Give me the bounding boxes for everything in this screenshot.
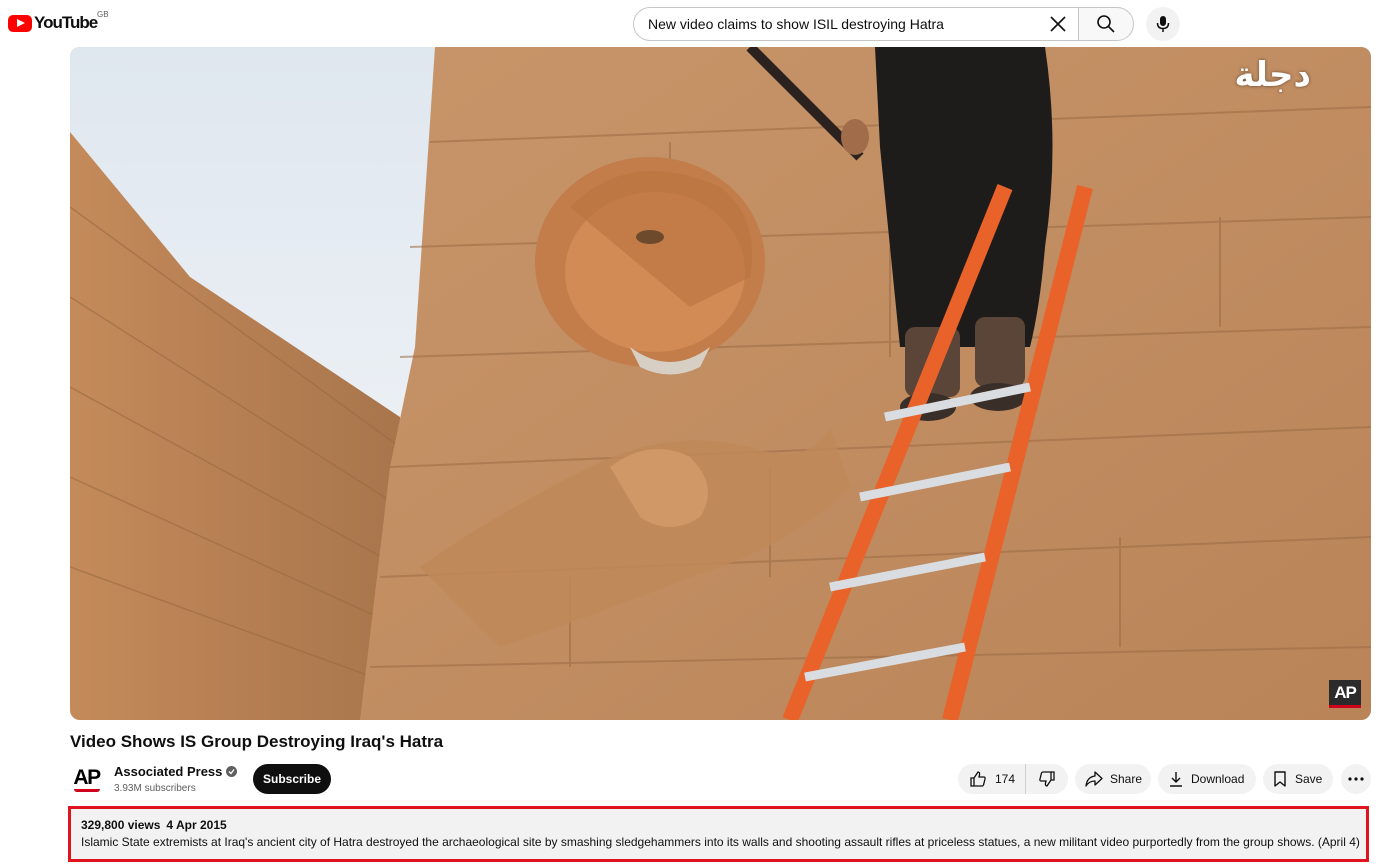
bookmark-icon <box>1274 771 1286 787</box>
logo-text: YouTube <box>34 13 98 32</box>
search-button[interactable] <box>1078 7 1134 41</box>
close-icon <box>1050 16 1066 32</box>
description-box[interactable]: 329,800 views 4 Apr 2015 Islamic State e… <box>68 806 1369 862</box>
video-player[interactable]: دجلة AP <box>70 47 1371 720</box>
dislike-button[interactable] <box>1026 764 1068 794</box>
description-text: Islamic State extremists at Iraq's ancie… <box>81 835 1360 849</box>
avatar-bar <box>73 789 100 792</box>
subscribe-button[interactable]: Subscribe <box>253 764 331 794</box>
channel-name-row[interactable]: Associated Press <box>114 764 238 779</box>
clear-search-button[interactable] <box>1046 12 1070 36</box>
channel-name: Associated Press <box>114 764 223 779</box>
view-count: 329,800 views <box>81 818 161 832</box>
search-icon <box>1097 15 1115 33</box>
youtube-logo[interactable]: YouTube GB <box>8 10 109 34</box>
more-actions-button[interactable] <box>1341 764 1371 794</box>
video-frame <box>70 47 1371 720</box>
microphone-icon <box>1156 16 1170 32</box>
save-label: Save <box>1295 772 1323 786</box>
thumbs-down-icon <box>1039 771 1055 787</box>
save-button[interactable]: Save <box>1263 764 1333 794</box>
upload-date: 4 Apr 2015 <box>166 818 227 832</box>
like-dislike-group: 174 <box>958 764 1068 794</box>
like-button[interactable]: 174 <box>958 764 1027 794</box>
subscriber-count: 3.93M subscribers <box>114 783 196 794</box>
download-label: Download <box>1191 772 1245 786</box>
search-box <box>633 7 1078 41</box>
share-label: Share <box>1110 772 1143 786</box>
more-horizontal-icon <box>1348 777 1364 781</box>
ap-watermark: AP <box>1329 680 1361 708</box>
thumbs-up-icon <box>970 771 986 787</box>
avatar-text: AP <box>73 766 101 789</box>
description-meta: 329,800 views 4 Apr 2015 <box>81 818 1356 832</box>
like-count: 174 <box>995 772 1016 786</box>
search-bar <box>633 7 1134 41</box>
youtube-play-icon <box>8 14 32 32</box>
share-button[interactable]: Share <box>1075 764 1151 794</box>
voice-search-button[interactable] <box>1146 7 1180 41</box>
download-button[interactable]: Download <box>1158 764 1256 794</box>
region-code: GB <box>97 10 109 19</box>
channel-avatar[interactable]: AP <box>70 763 103 796</box>
search-input[interactable] <box>648 16 1046 32</box>
verified-icon <box>226 766 238 777</box>
download-icon <box>1170 772 1182 787</box>
video-title: Video Shows IS Group Destroying Iraq's H… <box>70 732 444 751</box>
share-icon <box>1085 771 1103 787</box>
channel-watermark-arabic: دجلة <box>1234 55 1311 95</box>
